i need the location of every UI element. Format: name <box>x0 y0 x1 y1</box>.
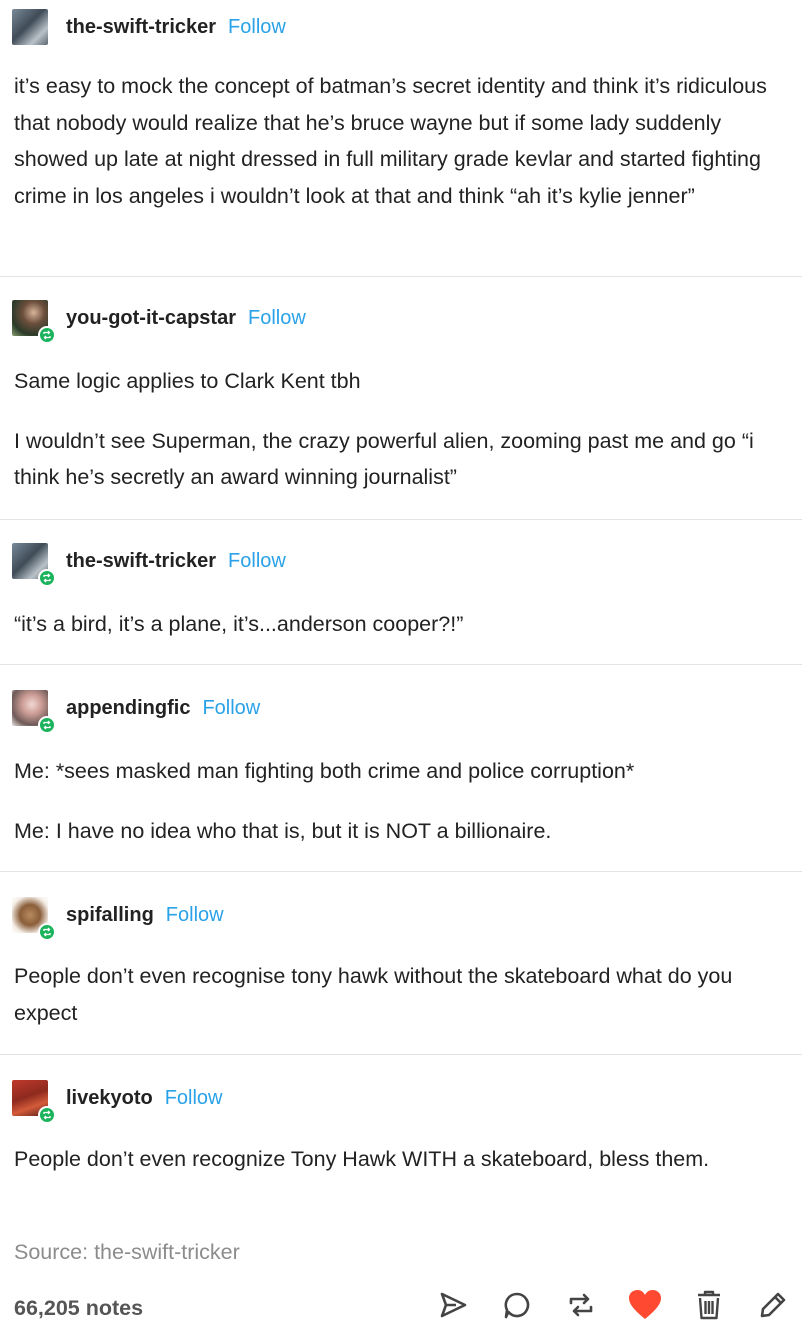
paragraph: it’s easy to mock the concept of batman’… <box>14 74 767 208</box>
paragraph: I wouldn’t see Superman, the crazy power… <box>14 428 754 490</box>
follow-button[interactable]: Follow <box>166 904 224 927</box>
username[interactable]: livekyoto <box>66 1087 153 1110</box>
avatar[interactable] <box>12 897 56 941</box>
share-icon[interactable] <box>436 1288 470 1322</box>
avatar[interactable] <box>12 543 56 587</box>
delete-icon[interactable] <box>692 1288 726 1322</box>
reblog-body: People don’t even recognise tony hawk wi… <box>14 958 784 1031</box>
reblog-entry: spifalling Follow People don’t even reco… <box>0 872 802 1055</box>
username[interactable]: spifalling <box>66 904 154 927</box>
paragraph: People don’t even recognize Tony Hawk WI… <box>14 1147 710 1171</box>
source-link[interactable]: Source: the-swift-tricker <box>14 1240 240 1265</box>
paragraph: “it’s a bird, it’s a plane, it’s...ander… <box>14 612 464 636</box>
paragraph: Me: I have no idea who that is, but it i… <box>14 818 552 843</box>
follow-button[interactable]: Follow <box>202 697 260 720</box>
reblog-icon[interactable] <box>564 1288 598 1322</box>
reblog-badge-icon <box>38 923 56 941</box>
reblog-entry: appendingfic Follow Me: *sees masked man… <box>0 665 802 872</box>
username[interactable]: the-swift-tricker <box>66 16 216 39</box>
avatar[interactable] <box>12 300 56 344</box>
reblog-body: People don’t even recognize Tony Hawk WI… <box>14 1141 784 1178</box>
reblog-header: spifalling Follow <box>12 897 224 941</box>
reblog-header: the-swift-tricker Follow <box>12 9 286 45</box>
username[interactable]: you-got-it-capstar <box>66 307 236 330</box>
reblog-header: livekyoto Follow <box>12 1080 223 1124</box>
avatar[interactable] <box>12 690 56 734</box>
paragraph: People don’t even recognise tony hawk wi… <box>14 964 733 1025</box>
follow-button[interactable]: Follow <box>228 550 286 573</box>
reblog-badge-icon <box>38 569 56 587</box>
avatar[interactable] <box>12 9 48 45</box>
follow-button[interactable]: Follow <box>228 16 286 39</box>
reblog-header: the-swift-tricker Follow <box>12 543 286 587</box>
reblog-badge-icon <box>38 326 56 344</box>
like-icon[interactable] <box>628 1288 662 1322</box>
reblog-entry: livekyoto Follow People don’t even recog… <box>0 1055 802 1225</box>
follow-button[interactable]: Follow <box>165 1087 223 1110</box>
reblog-header: appendingfic Follow <box>12 690 260 734</box>
reblog-entry: the-swift-tricker Follow “it’s a bird, i… <box>0 520 802 665</box>
reblog-header: you-got-it-capstar Follow <box>12 300 306 344</box>
reblog-body: “it’s a bird, it’s a plane, it’s...ander… <box>14 606 784 643</box>
notes-count[interactable]: 66,205 notes <box>14 1296 143 1321</box>
follow-button[interactable]: Follow <box>248 307 306 330</box>
post-actions <box>406 1288 790 1322</box>
reblog-badge-icon <box>38 1106 56 1124</box>
reblog-entry: you-got-it-capstar Follow Same logic app… <box>0 277 802 520</box>
avatar[interactable] <box>12 1080 56 1124</box>
reblog-body: it’s easy to mock the concept of batman’… <box>14 68 784 214</box>
edit-icon[interactable] <box>756 1288 790 1322</box>
reblog-body: Me: *sees masked man fighting both crime… <box>14 753 784 849</box>
reblog-badge-icon <box>38 716 56 734</box>
paragraph: Same logic applies to Clark Kent tbh <box>14 369 361 393</box>
username[interactable]: the-swift-tricker <box>66 550 216 573</box>
tumblr-post: the-swift-tricker Follow it’s easy to mo… <box>0 0 802 1340</box>
reblog-body: Same logic applies to Clark Kent tbh I w… <box>14 363 784 496</box>
username[interactable]: appendingfic <box>66 697 190 720</box>
reply-icon[interactable] <box>500 1288 534 1322</box>
reblog-entry: the-swift-tricker Follow it’s easy to mo… <box>0 0 802 277</box>
paragraph: Me: *sees masked man fighting both crime… <box>14 759 635 783</box>
